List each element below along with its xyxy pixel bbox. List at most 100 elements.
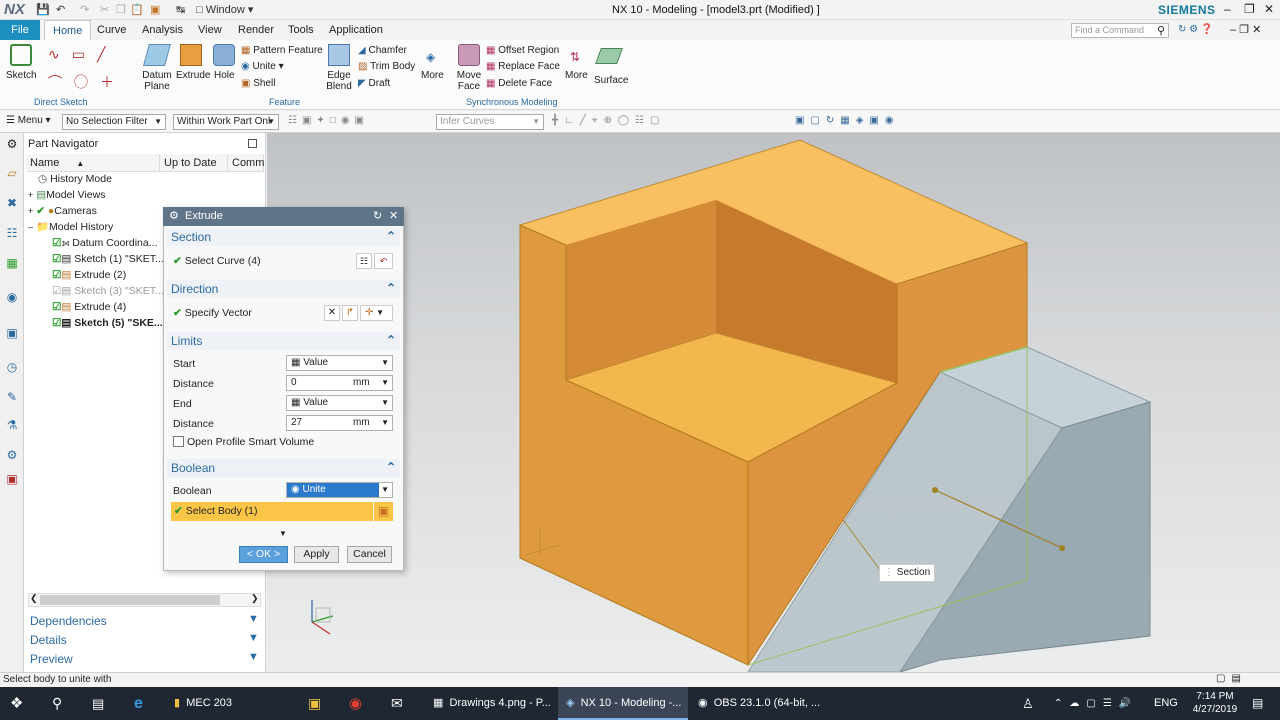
tree-row-sketch-5[interactable]: ☑▤ Sketch (5) "SKE...: [28, 315, 163, 331]
save-icon[interactable]: 💾: [36, 3, 50, 16]
tab-analysis[interactable]: Analysis: [134, 20, 191, 40]
scope-select[interactable]: Within Work Part Onl ▼: [173, 114, 279, 130]
navigator-maximize-icon[interactable]: [248, 139, 257, 148]
sketch-arc-icons[interactable]: ⌒◯＋: [48, 72, 126, 92]
notification-icon[interactable]: ▤: [1252, 687, 1263, 720]
minimize-icon[interactable]: –: [1224, 2, 1231, 16]
edge-browser-icon[interactable]: e: [134, 687, 143, 720]
tab-application[interactable]: Application: [321, 20, 391, 40]
unite-button[interactable]: ◉ Unite ▾: [241, 61, 284, 72]
model-view[interactable]: [267, 133, 1280, 672]
scroll-right-icon[interactable]: ❯: [251, 593, 259, 604]
details-panel[interactable]: Details: [30, 631, 67, 649]
copy-icon[interactable]: ❐: [116, 3, 126, 16]
maximize-icon[interactable]: ❐: [1244, 2, 1255, 16]
roles-icon[interactable]: ⚙: [4, 448, 20, 462]
touch-mode-icon[interactable]: ↹: [176, 3, 185, 16]
tree-row-extrude-2[interactable]: ☑▤ Extrude (2): [28, 267, 126, 283]
tree-row-model-views[interactable]: + ▤Model Views: [28, 187, 105, 203]
scroll-left-icon[interactable]: ❮: [30, 593, 38, 604]
section-header[interactable]: Section: [167, 228, 400, 246]
column-name[interactable]: Name ▲: [26, 154, 160, 172]
more-sync-button[interactable]: More: [565, 70, 588, 81]
dependencies-panel[interactable]: Dependencies: [30, 612, 107, 630]
column-up-to-date[interactable]: Up to Date: [160, 154, 228, 172]
windows-start-icon[interactable]: ❖: [10, 687, 30, 720]
select-body-row[interactable]: ✔ Select Body (1): [171, 502, 373, 521]
mail-icon[interactable]: ✉: [391, 687, 403, 720]
chevron-up-icon[interactable]: ⌃: [386, 460, 396, 474]
system-materials-icon[interactable]: ✎: [4, 390, 20, 404]
extrude-button[interactable]: Extrude: [176, 70, 210, 81]
redo-icon[interactable]: ↷: [80, 3, 89, 16]
expand-more-icon[interactable]: ▼: [279, 529, 287, 538]
chevron-down-icon[interactable]: ▼: [248, 613, 259, 625]
tab-tools[interactable]: Tools: [280, 20, 322, 40]
tab-curve[interactable]: Curve: [89, 20, 134, 40]
history-icon[interactable]: ▣: [4, 326, 20, 340]
delete-face-button[interactable]: ▦ Delete Face: [486, 78, 552, 89]
search-icon[interactable]: ⚲: [52, 687, 62, 720]
taskbar-paint[interactable]: ▦ Drawings 4.png - P...: [427, 687, 553, 720]
tab-render[interactable]: Render: [230, 20, 282, 40]
dialog-close-icon[interactable]: ✕: [389, 209, 398, 222]
sketch-button[interactable]: Sketch: [6, 70, 37, 81]
tray-icons[interactable]: ⌃☁▢☰🔊: [1054, 687, 1138, 720]
datum-plane-button[interactable]: Datum Plane: [140, 70, 174, 92]
specify-vector-row[interactable]: ✔ Specify Vector: [173, 307, 252, 319]
tree-row-history-mode[interactable]: ◷ History Mode: [28, 171, 112, 187]
help-icon[interactable]: ↻ ⚙ ❓: [1178, 24, 1213, 35]
preview-panel[interactable]: Preview: [30, 650, 73, 668]
taskbar-mec203[interactable]: ▮ MEC 203: [168, 687, 264, 720]
reuse-library-icon[interactable]: ▦: [4, 256, 20, 270]
settings-icon[interactable]: ⚙: [4, 137, 20, 151]
status-icons[interactable]: ▢▤: [1216, 673, 1247, 684]
snap-point-icons[interactable]: ╋∟╱⌖⊕◯☷▢: [552, 115, 665, 126]
reverse-direction-icon[interactable]: ✕: [324, 305, 340, 321]
surface-button[interactable]: Surface: [594, 75, 628, 86]
task-view-icon[interactable]: ▤: [92, 687, 104, 720]
column-comment[interactable]: Comm: [228, 154, 264, 172]
scrollbar-thumb[interactable]: [40, 595, 220, 605]
trim-body-button[interactable]: ▨ Trim Body: [358, 61, 415, 72]
end-select[interactable]: ▦ Value ▼: [286, 395, 393, 411]
tree-row-sketch-1[interactable]: ☑▤ Sketch (1) "SKET...: [28, 251, 164, 267]
selection-filter-select[interactable]: No Selection Filter ▼: [62, 114, 166, 130]
inner-window-controls[interactable]: – ❐ ✕: [1230, 23, 1261, 36]
shell-button[interactable]: ▣ Shell: [241, 78, 275, 89]
taskbar-obs[interactable]: ◉ OBS 23.1.0 (64-bit, ...: [692, 687, 822, 720]
find-command-input[interactable]: Find a Command: [1071, 23, 1169, 38]
more-feature-button[interactable]: More: [421, 70, 444, 81]
undo-icon[interactable]: ↶: [56, 3, 65, 16]
tree-row-extrude-4[interactable]: ☑▤ Extrude (4): [28, 299, 126, 315]
vector-method-select[interactable]: ✛ ▼: [360, 305, 393, 321]
taskbar-nx[interactable]: ◈ NX 10 - Modeling -...: [558, 687, 688, 720]
boolean-select[interactable]: ◉ Unite ▼: [286, 482, 393, 498]
clock-icon[interactable]: ◷: [4, 360, 20, 374]
limits-header[interactable]: Limits: [167, 332, 400, 350]
constraint-navigator-icon[interactable]: ✖: [4, 196, 20, 210]
open-profile-checkbox[interactable]: [173, 436, 184, 447]
curve-icon[interactable]: ↶: [374, 253, 393, 269]
section-callout[interactable]: ⋮ Section: [879, 564, 936, 582]
select-curve-row[interactable]: ✔ Select Curve (4): [173, 255, 261, 267]
people-icon[interactable]: ♙: [1022, 687, 1034, 720]
repeat-command-icon[interactable]: ▣: [150, 3, 160, 16]
selection-tool-icons[interactable]: ☷▣✦□◉▣: [288, 115, 369, 126]
chevron-down-icon[interactable]: ▼: [248, 651, 259, 663]
tab-view[interactable]: View: [190, 20, 230, 40]
direction-header[interactable]: Direction: [167, 280, 400, 298]
start-distance-input[interactable]: 0 mm ▼: [286, 375, 393, 391]
edge-blend-button[interactable]: Edge Blend: [322, 70, 356, 92]
web-browser-icon[interactable]: ◉: [4, 290, 20, 304]
chrome-icon[interactable]: ◉: [349, 687, 362, 720]
chevron-down-icon[interactable]: ▼: [248, 632, 259, 644]
dialog-gear-icon[interactable]: ⚙: [169, 209, 179, 222]
pattern-feature-button[interactable]: ▦ Pattern Feature: [241, 45, 323, 56]
tree-row-datum[interactable]: ☑⟕ Datum Coordina...: [28, 235, 158, 251]
start-select[interactable]: ▦ Value ▼: [286, 355, 393, 371]
move-face-button[interactable]: Move Face: [455, 70, 483, 92]
tree-row-sketch-3[interactable]: ☑▤ Sketch (3) "SKET...: [28, 283, 164, 299]
hole-button[interactable]: Hole: [214, 70, 235, 81]
store-icon[interactable]: ▣: [308, 687, 321, 720]
